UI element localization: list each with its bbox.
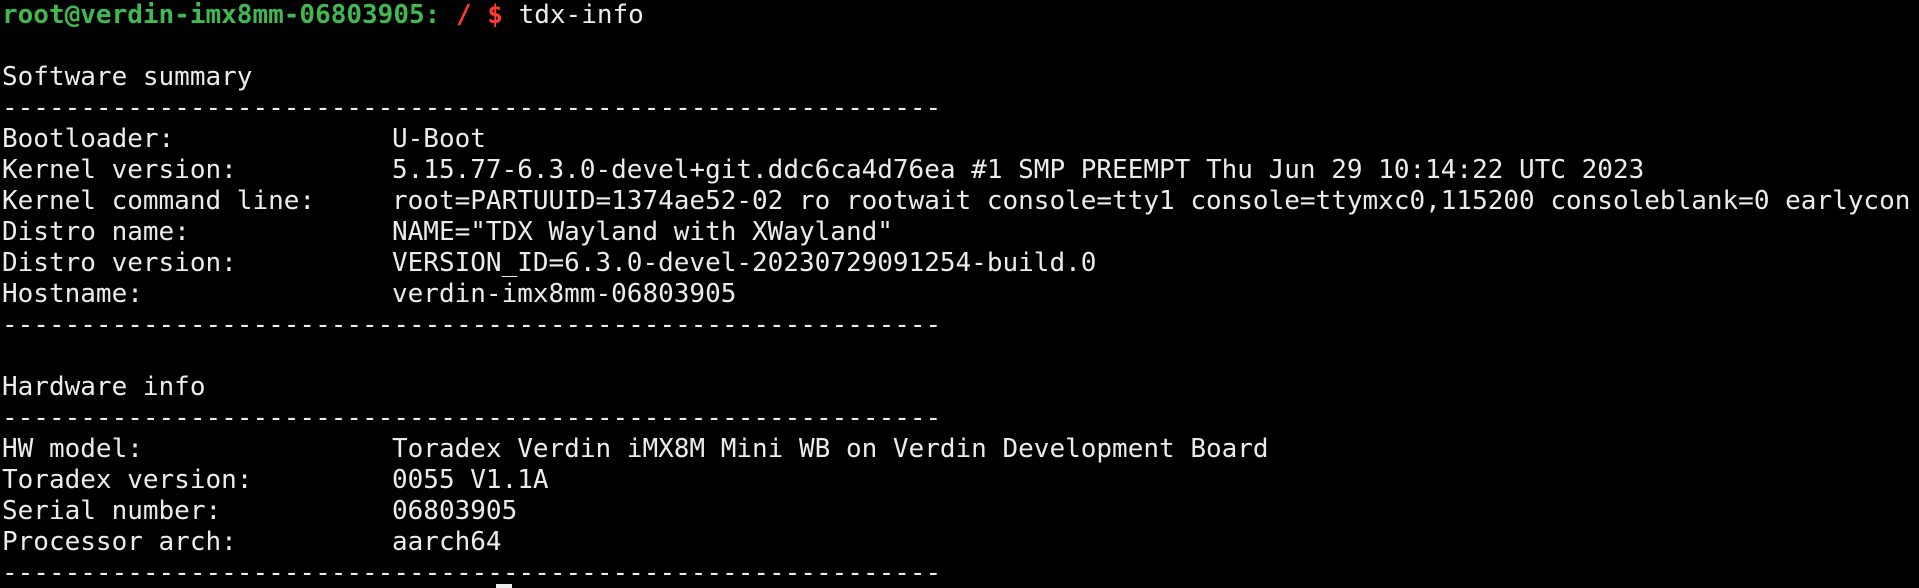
software-row-distro-name: Distro name: NAME="TDX Wayland with XWayl… <box>2 217 1919 248</box>
row-key: Bootloader: <box>2 124 175 154</box>
software-row-kernel-version: Kernel version: 5.15.77-6.3.0-devel+git.d… <box>2 155 1919 186</box>
prompt-symbol: $ <box>487 0 503 30</box>
hardware-rule-top: ----------------------------------------… <box>2 403 942 433</box>
hardware-rule-bottom: ----------------------------------------… <box>2 558 942 588</box>
row-key: Kernel version: <box>2 155 237 185</box>
row-key: HW model: <box>2 434 143 464</box>
row-value: VERSION_ID=6.3.0-devel-20230729091254-bu… <box>392 248 1097 278</box>
row-key: Kernel command line: <box>2 186 316 216</box>
command-text: tdx-info <box>518 0 644 30</box>
row-key: Serial number: <box>2 496 222 526</box>
row-value: 0055 V1.1A <box>392 465 549 495</box>
hardware-info-header: Hardware info <box>2 372 206 402</box>
terminal-window[interactable]: root@verdin-imx8mm-06803905: / $ tdx-inf… <box>0 0 1919 588</box>
hardware-row-serial-number: Serial number: 06803905 <box>2 496 1919 527</box>
row-value: U-Boot <box>392 124 486 154</box>
row-value: aarch64 <box>392 527 502 557</box>
row-value: 06803905 <box>392 496 518 526</box>
software-row-bootloader: Bootloader: U-Boot <box>2 124 1919 155</box>
prompt-line: root@verdin-imx8mm-06803905: / $ tdx-inf… <box>2 0 1919 31</box>
row-value: root=PARTUUID=1374ae52-02 ro rootwait co… <box>392 186 1911 216</box>
software-row-kernel-command-line: Kernel command line: root=PARTUUID=1374ae… <box>2 186 1919 217</box>
row-key: Distro name: <box>2 217 190 247</box>
row-key: Toradex version: <box>2 465 253 495</box>
software-summary-header: Software summary <box>2 62 253 92</box>
software-row-hostname: Hostname: verdin-imx8mm-06803905 <box>2 279 1919 310</box>
row-key: Processor arch: <box>2 527 237 557</box>
row-key: Distro version: <box>2 248 237 278</box>
row-key: Hostname: <box>2 279 143 309</box>
text-cursor <box>496 584 512 588</box>
software-row-distro-version: Distro version: VERSION_ID=6.3.0-devel-20… <box>2 248 1919 279</box>
software-rule-bottom: ----------------------------------------… <box>2 310 942 340</box>
hardware-row-hw-model: HW model: Toradex Verdin iMX8M Mini WB on… <box>2 434 1919 465</box>
prompt-user-host: root@verdin-imx8mm-06803905: <box>2 0 441 30</box>
hardware-row-toradex-version: Toradex version: 0055 V1.1A <box>2 465 1919 496</box>
row-value: NAME="TDX Wayland with XWayland" <box>392 217 893 247</box>
row-value: verdin-imx8mm-06803905 <box>392 279 737 309</box>
row-value: Toradex Verdin iMX8M Mini WB on Verdin D… <box>392 434 1269 464</box>
prompt-path: / <box>455 0 472 30</box>
row-value: 5.15.77-6.3.0-devel+git.ddc6ca4d76ea #1 … <box>392 155 1645 185</box>
hardware-row-processor-arch: Processor arch: aarch64 <box>2 527 1919 558</box>
software-rule-top: ----------------------------------------… <box>2 93 942 123</box>
